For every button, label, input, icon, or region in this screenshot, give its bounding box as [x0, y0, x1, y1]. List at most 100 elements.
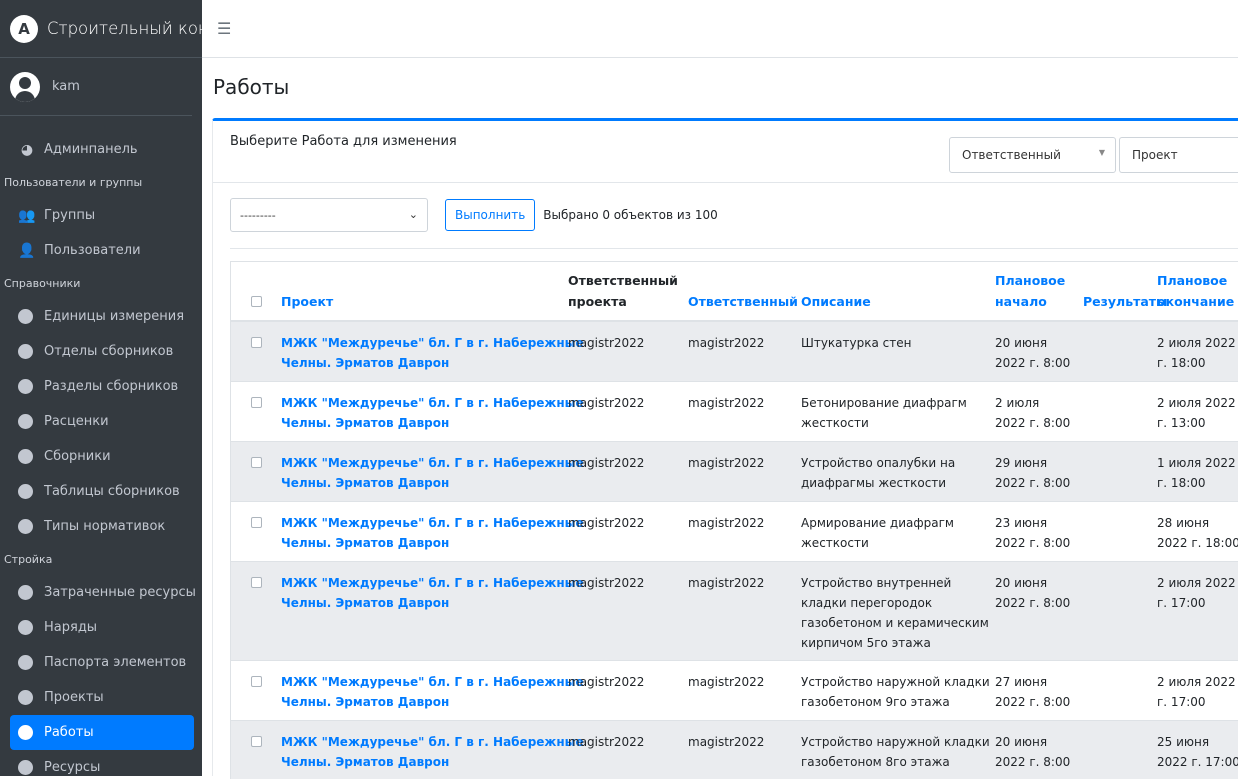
responsible-filter-label: Ответственный [962, 148, 1061, 162]
project-filter-select[interactable]: Проект [1119, 137, 1238, 173]
column-header-planned-start-line2: начало [995, 294, 1047, 309]
column-header-responsible[interactable]: Ответственный [688, 291, 798, 312]
sidebar-item-admin[interactable]: ◕ Админпанель [10, 132, 194, 167]
project-link[interactable]: МЖК "Междуречье" бл. Г в г. Набережные Ч… [281, 513, 584, 553]
column-header-planned-start[interactable]: Плановое начало [995, 270, 1065, 312]
row-checkbox[interactable] [251, 397, 262, 408]
sidebar-nav: ◕ Админпанель Пользователи и группы 👥 Груп… [0, 116, 202, 776]
sidebar-item-label: Затраченные ресурсы [44, 585, 196, 600]
project-link[interactable]: МЖК "Междуречье" бл. Г в г. Набережные Ч… [281, 573, 584, 613]
sidebar-item-23[interactable]: Проекты [10, 680, 194, 715]
table-row: МЖК "Междуречье" бл. Г в г. Набережные Ч… [231, 442, 1238, 502]
planned-start-line2: 2022 г. 8:00 [995, 476, 1071, 490]
brand-logo-icon: A [10, 14, 38, 43]
brand[interactable]: A Строительный конвейер [0, 0, 202, 58]
sidebar-item-11[interactable]: Отделы сборников [10, 334, 194, 369]
responsible-cell: magistr2022 [688, 456, 765, 470]
planned-end-line2: г. 17:00 [1157, 695, 1206, 709]
sidebar-item-20[interactable]: Затраченные ресурсы [10, 575, 196, 610]
planned-end-line1: 2 июля 2022 [1157, 336, 1236, 350]
selection-counter: Выбрано 0 объектов из 100 [543, 208, 718, 222]
circle-icon [18, 620, 33, 635]
row-checkbox[interactable] [251, 577, 262, 588]
sidebar-item-label: Группы [44, 208, 96, 223]
description-cell: Армирование диафрагм жесткости [801, 513, 954, 553]
project-link[interactable]: МЖК "Междуречье" бл. Г в г. Набережные Ч… [281, 672, 584, 712]
results-table: Проект Ответственный проекта Ответственн… [230, 261, 1238, 779]
project-link[interactable]: МЖК "Междуречье" бл. Г в г. Набережные Ч… [281, 393, 584, 433]
planned-start-line1: 2 июля [995, 396, 1040, 410]
sidebar-item-label: Таблицы сборников [44, 484, 180, 499]
column-header-planned-end[interactable]: Плановое окончание [1157, 270, 1234, 312]
column-header-results[interactable]: Результаты [1083, 291, 1167, 312]
sidebar-item-label: Единицы измерения [44, 309, 185, 324]
project-link[interactable]: МЖК "Междуречье" бл. Г в г. Набережные Ч… [281, 732, 584, 772]
planned-start-line2: 2022 г. 8:00 [995, 416, 1071, 430]
sidebar-item-12[interactable]: Разделы сборников [10, 369, 194, 404]
sidebar-item-13[interactable]: Расценки [10, 404, 194, 439]
run-action-button[interactable]: Выполнить [445, 199, 536, 231]
planned-end-cell: 1 июля 2022 г. 18:00 [1157, 453, 1236, 493]
planned-start-cell: 29 июня 2022 г. 8:00 [995, 453, 1070, 493]
sidebar-item-22[interactable]: Паспорта элементов [10, 645, 194, 680]
project-link[interactable]: МЖК "Междуречье" бл. Г в г. Набережные Ч… [281, 333, 584, 373]
row-checkbox[interactable] [251, 736, 262, 747]
description-cell: Устройство внутренней кладки перегородок г… [801, 573, 989, 653]
sidebar-item-14[interactable]: Сборники [10, 439, 194, 474]
select-all-checkbox[interactable] [251, 296, 262, 307]
project-link-line1: МЖК "Междуречье" бл. Г в г. Набережные [281, 336, 584, 350]
project-responsible-cell: magistr2022 [568, 396, 645, 410]
planned-start-line2: 2022 г. 8:00 [995, 755, 1071, 769]
row-checkbox[interactable] [251, 517, 262, 528]
circle-icon [18, 519, 33, 534]
responsible-cell: magistr2022 [688, 576, 765, 590]
sidebar-item-1[interactable]: 👤 Пользователи [10, 233, 194, 268]
project-link-line1: МЖК "Междуречье" бл. Г в г. Набережные [281, 675, 584, 689]
planned-start-line1: 27 июня [995, 675, 1048, 689]
sidebar-item-label: Разделы сборников [44, 379, 179, 394]
project-link-line2: Челны. Эрматов Даврон [281, 596, 450, 610]
divider [230, 248, 1238, 249]
circle-icon [18, 344, 33, 359]
menu-toggle-icon[interactable]: ☰ [217, 19, 231, 38]
column-header-project[interactable]: Проект [281, 291, 333, 312]
planned-end-line2: г. 13:00 [1157, 416, 1206, 430]
project-link-line1: МЖК "Междуречье" бл. Г в г. Набережные [281, 735, 584, 749]
row-checkbox[interactable] [251, 676, 262, 687]
dashboard-icon: ◕ [20, 141, 34, 158]
action-select-value: --------- [240, 208, 276, 222]
planned-end-line2: 2022 г. 18:00 [1157, 536, 1238, 550]
planned-start-line1: 20 июня [995, 735, 1048, 749]
sidebar: A Строительный конвейер kam ◕ Админпанел… [0, 0, 202, 776]
sidebar-item-24[interactable]: Работы [10, 715, 194, 750]
row-checkbox[interactable] [251, 337, 262, 348]
sidebar-section-header: Пользователи и группы [4, 176, 143, 189]
planned-end-cell: 25 июня 2022 г. 17:00 [1157, 732, 1238, 772]
column-header-planned-end-line1: Плановое [1157, 273, 1228, 288]
user-panel[interactable]: kam [0, 58, 192, 116]
circle-icon [18, 484, 33, 499]
action-select[interactable]: --------- ⌄ [230, 198, 428, 232]
top-navbar: ☰ [202, 0, 1238, 58]
sidebar-item-15[interactable]: Таблицы сборников [10, 474, 194, 509]
sidebar-item-0[interactable]: 👥 Группы [10, 198, 194, 233]
planned-end-line1: 1 июля 2022 [1157, 456, 1236, 470]
circle-icon [18, 690, 33, 705]
sidebar-item-25[interactable]: Ресурсы [10, 750, 194, 776]
row-checkbox[interactable] [251, 457, 262, 468]
project-link-line1: МЖК "Междуречье" бл. Г в г. Набережные [281, 396, 584, 410]
project-responsible-cell: magistr2022 [568, 576, 645, 590]
column-header-description[interactable]: Описание [801, 291, 871, 312]
sidebar-item-10[interactable]: Единицы измерения [10, 299, 194, 334]
responsible-filter-select[interactable]: Ответственный ▼ [949, 137, 1116, 173]
project-link[interactable]: МЖК "Междуречье" бл. Г в г. Набережные Ч… [281, 453, 584, 493]
sidebar-item-21[interactable]: Наряды [10, 610, 194, 645]
project-link-line2: Челны. Эрматов Даврон [281, 695, 450, 709]
circle-icon [18, 655, 33, 670]
column-header-project-responsible: Ответственный проекта [568, 270, 678, 312]
table-header: Проект Ответственный проекта Ответственн… [231, 262, 1238, 322]
planned-end-cell: 2 июля 2022 г. 17:00 [1157, 672, 1236, 712]
table-row: МЖК "Междуречье" бл. Г в г. Набережные Ч… [231, 721, 1238, 779]
project-responsible-cell: magistr2022 [568, 456, 645, 470]
sidebar-item-16[interactable]: Типы нормативок [10, 509, 194, 544]
